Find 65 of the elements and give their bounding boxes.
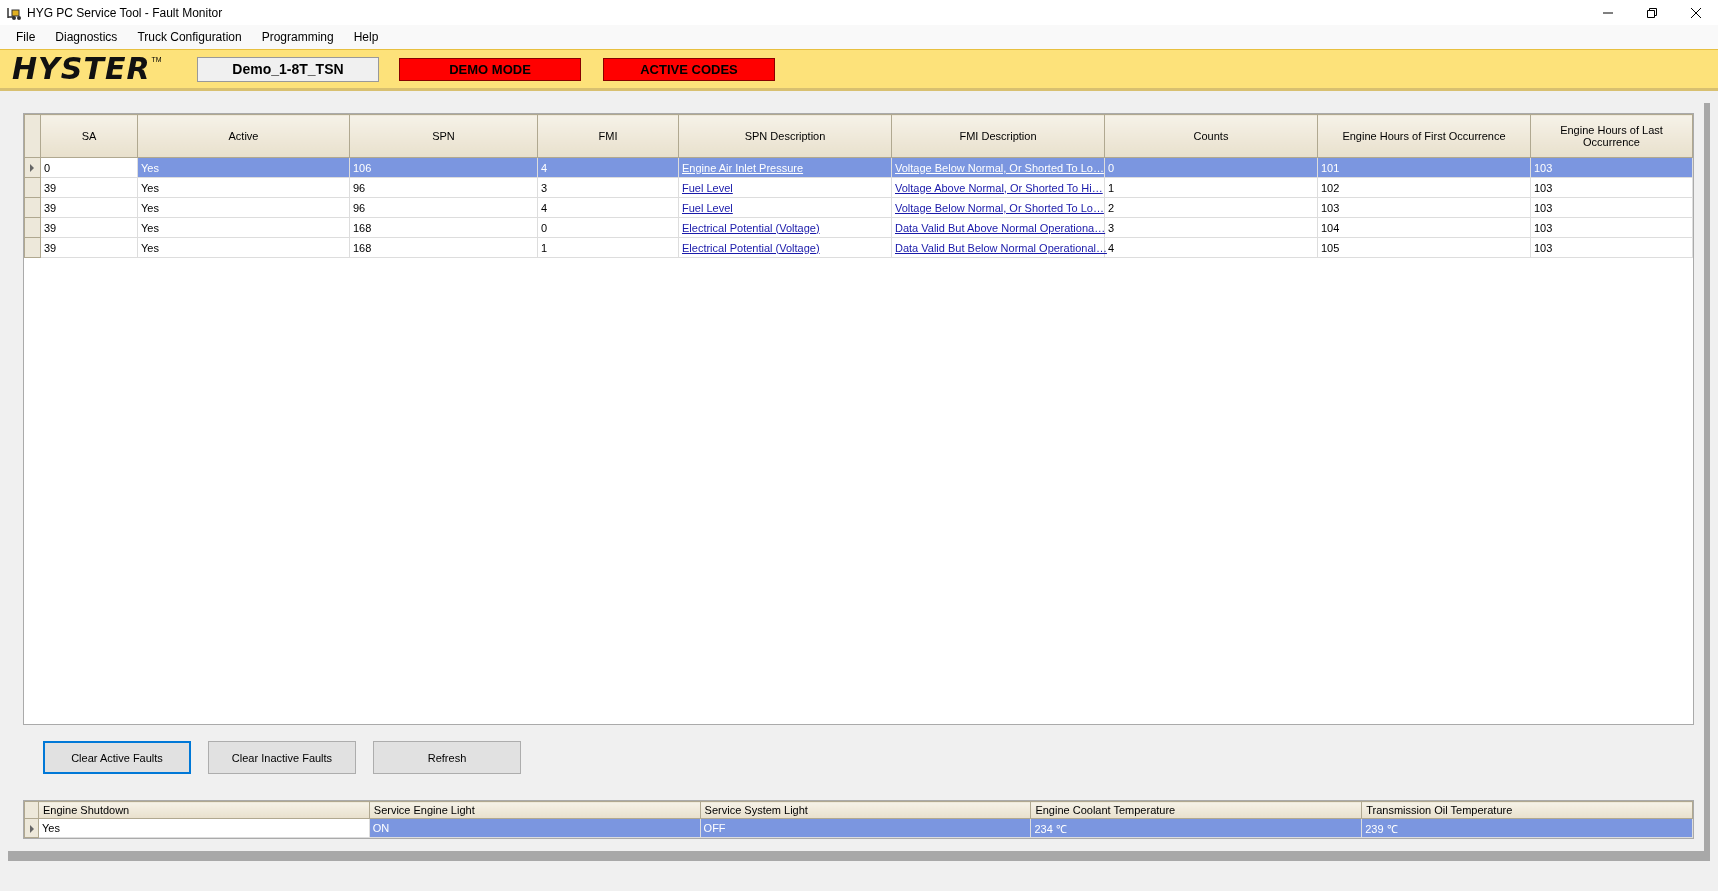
- column-header[interactable]: Engine Hours of First Occurrence: [1317, 114, 1531, 158]
- column-header[interactable]: FMI: [537, 114, 679, 158]
- table-cell: Yes: [137, 237, 350, 258]
- table-cell: 103: [1530, 177, 1693, 198]
- column-header[interactable]: Service System Light: [700, 801, 1031, 819]
- column-header[interactable]: Engine Coolant Temperature: [1030, 801, 1362, 819]
- hyster-logo: HYSTER$^{TM}$: [12, 53, 163, 85]
- table-row[interactable]: 39 Yes 168 1 Electrical Potential (Voltage) Data Valid But Below Normal Operational…4 105 103: [24, 237, 1693, 258]
- column-header[interactable]: Transmission Oil Temperature: [1361, 801, 1693, 819]
- table-row[interactable]: 39 Yes 168 0 Electrical Potential (Voltage) Data Valid But Above Normal Operationa… 3 104 103: [24, 217, 1693, 238]
- table-cell: Yes: [137, 197, 350, 218]
- table-cell: 102: [1317, 177, 1531, 198]
- table-cell: 168: [349, 237, 538, 258]
- table-cell: 104: [1317, 217, 1531, 238]
- column-header[interactable]: SPN: [349, 114, 538, 158]
- column-header[interactable]: FMI Description: [891, 114, 1105, 158]
- restore-icon[interactable]: [1646, 6, 1658, 19]
- table-cell: 39: [40, 177, 138, 198]
- table-cell: 4: [537, 197, 679, 218]
- column-header[interactable]: Counts: [1104, 114, 1318, 158]
- action-button[interactable]: Refresh: [373, 741, 521, 774]
- menu-item[interactable]: File: [6, 30, 46, 44]
- table-cell: 39: [40, 217, 138, 238]
- table-cell: 1: [1104, 177, 1318, 198]
- row-header[interactable]: [24, 157, 41, 178]
- table-cell: Yes: [137, 217, 350, 238]
- column-header[interactable]: SPN Description: [678, 114, 892, 158]
- table-cell: 3: [537, 177, 679, 198]
- table-row[interactable]: 39 Yes 96 4 Fuel Level Voltage Below Normal, Or Shorted To Lo… 2 103 103: [24, 197, 1693, 218]
- table-cell: Yes: [137, 177, 350, 198]
- column-header[interactable]: Engine Shutdown: [38, 801, 370, 819]
- table-cell: 96: [349, 177, 538, 198]
- link[interactable]: Fuel Level: [682, 201, 733, 214]
- menu-item[interactable]: Truck Configuration: [127, 30, 252, 44]
- column-header[interactable]: Engine Hours of Last Occurrence: [1530, 114, 1693, 158]
- column-header[interactable]: Service Engine Light: [369, 801, 701, 819]
- link[interactable]: Fuel Level: [682, 181, 733, 194]
- status-indicator: ACTIVE CODES: [603, 57, 775, 81]
- menu-item[interactable]: Help: [343, 30, 389, 44]
- table-cell: 168: [349, 217, 538, 238]
- table-cell: 103: [1530, 217, 1693, 238]
- status-indicator: DEMO MODE: [399, 57, 581, 81]
- close-icon[interactable]: [1690, 6, 1702, 19]
- table-row[interactable]: Yes ON OFF 234 ℃ 239 ℃: [24, 818, 1693, 838]
- table-row[interactable]: 39 Yes 96 3 Fuel Level Voltage Above Normal, Or Shorted To Hi… 1 102 103: [24, 177, 1693, 198]
- table-cell: 39: [40, 197, 138, 218]
- truck-name-field: Demo_1-8T_TSN: [197, 56, 379, 82]
- table-cell: 2: [1104, 197, 1318, 218]
- table-cell: 96: [349, 197, 538, 218]
- menu-item[interactable]: Diagnostics: [45, 30, 128, 44]
- action-button[interactable]: Clear Inactive Faults: [208, 741, 356, 774]
- table-row[interactable]: 0 Yes 106 4 Engine Air Inlet Pressure Voltage Below Normal, Or Shorted To Lo… 0 101 103: [24, 157, 1693, 178]
- column-header[interactable]: SA: [40, 114, 138, 158]
- window-title: HYG PC Service Tool - Fault Monitor: [27, 5, 223, 20]
- column-header[interactable]: Active: [137, 114, 350, 158]
- table-cell: 103: [1317, 197, 1531, 218]
- table-cell: 103: [1530, 237, 1693, 258]
- menu-item[interactable]: Programming: [251, 30, 344, 44]
- table-cell: 1: [537, 237, 679, 258]
- table-cell: 39: [40, 237, 138, 258]
- table-cell: 3: [1104, 217, 1318, 238]
- table-cell: 103: [1530, 197, 1693, 218]
- table-cell: 0: [537, 217, 679, 238]
- table-cell: 105: [1317, 237, 1531, 258]
- action-button[interactable]: Clear Active Faults: [43, 741, 191, 774]
